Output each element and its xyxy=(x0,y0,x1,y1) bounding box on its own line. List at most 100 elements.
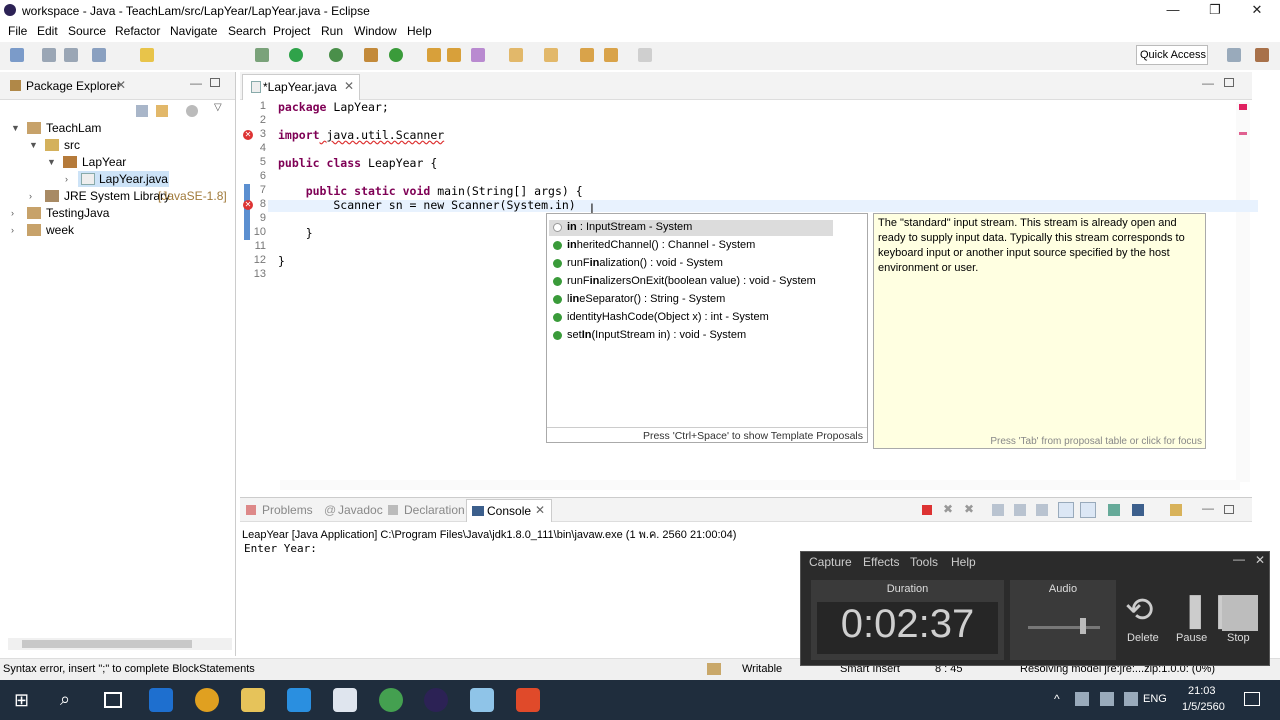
minimize-view-icon[interactable]: — xyxy=(1202,501,1214,515)
menu-help[interactable]: Help xyxy=(407,24,432,38)
internet-explorer-icon[interactable] xyxy=(287,688,311,712)
show-stderr-icon[interactable] xyxy=(1080,502,1096,518)
pin-console-icon[interactable] xyxy=(1108,504,1120,516)
app-taskbar-icon[interactable] xyxy=(470,688,494,712)
proposal-item[interactable]: setIn(InputStream in) : void - System xyxy=(553,329,746,341)
menu-edit[interactable]: Edit xyxy=(37,24,58,38)
open-type-icon[interactable] xyxy=(427,48,441,62)
tab-problems[interactable]: Problems xyxy=(262,503,313,517)
recorder-menu-capture[interactable]: Capture xyxy=(809,555,852,569)
package-explorer-tab[interactable]: Package Explorer xyxy=(26,79,121,93)
recorder-menu-effects[interactable]: Effects xyxy=(863,555,899,569)
link-editor-icon[interactable] xyxy=(156,105,168,117)
open-perspective-icon[interactable] xyxy=(1227,48,1241,62)
tree-item-teachlam[interactable]: TeachLam xyxy=(46,121,101,135)
expand-arrow-icon[interactable]: ▼ xyxy=(29,140,38,150)
tray-chevron-icon[interactable]: ^ xyxy=(1054,692,1060,706)
recorder-menu-tools[interactable]: Tools xyxy=(910,555,938,569)
save-all-icon[interactable] xyxy=(64,48,78,62)
tab-javadoc[interactable]: Javadoc xyxy=(338,503,383,517)
code-line-1[interactable]: package LapYear; xyxy=(278,100,389,114)
error-marker-icon[interactable]: ✕ xyxy=(243,200,253,210)
collapse-arrow-icon[interactable]: › xyxy=(65,174,68,184)
console-output[interactable]: Enter Year: xyxy=(244,542,317,555)
audio-slider-track[interactable] xyxy=(1028,626,1100,629)
proposal-item[interactable]: inheritedChannel() : Channel - System xyxy=(553,239,755,251)
open-console-icon[interactable] xyxy=(1170,504,1182,516)
menu-window[interactable]: Window xyxy=(354,24,397,38)
debug-run-icon[interactable] xyxy=(255,48,269,62)
vertical-scrollbar[interactable] xyxy=(1236,102,1250,482)
clock-time[interactable]: 21:03 xyxy=(1188,685,1216,697)
chrome-profile-icon[interactable] xyxy=(379,688,403,712)
terminate-icon[interactable] xyxy=(922,505,932,515)
maximize-view-icon[interactable] xyxy=(210,78,220,87)
code-line-5[interactable]: public class LeapYear { xyxy=(278,156,437,170)
code-line-10[interactable]: } xyxy=(278,226,313,240)
tree-item-week[interactable]: week xyxy=(46,223,74,237)
debug-icon[interactable] xyxy=(92,48,106,62)
collapse-arrow-icon[interactable]: › xyxy=(11,225,14,235)
editor-horizontal-scrollbar[interactable] xyxy=(280,480,1240,490)
new-icon[interactable] xyxy=(10,48,24,62)
remove-launch-icon[interactable]: ✖ xyxy=(943,502,953,516)
collapse-all-icon[interactable] xyxy=(136,105,148,117)
wifi-icon[interactable] xyxy=(1100,692,1114,706)
language-indicator[interactable]: ENG xyxy=(1143,693,1167,705)
menu-source[interactable]: Source xyxy=(68,24,106,38)
minimize-view-icon[interactable]: — xyxy=(190,76,202,90)
proposal-item[interactable]: in : InputStream - System xyxy=(553,221,692,233)
tab-console-active[interactable]: Console ✕ xyxy=(466,499,552,522)
code-line-12[interactable]: } xyxy=(278,254,285,268)
display-console-icon[interactable] xyxy=(1132,504,1144,516)
search-icon[interactable] xyxy=(471,48,485,62)
close-button[interactable]: ✕ xyxy=(1234,0,1280,22)
stop-icon[interactable] xyxy=(1222,595,1258,631)
eclipse-taskbar-icon[interactable] xyxy=(424,688,448,712)
maximize-view-icon[interactable] xyxy=(1224,505,1234,514)
pause-button-label[interactable]: Pause xyxy=(1176,632,1207,644)
view-menu-icon[interactable]: ▽ xyxy=(214,102,222,113)
close-tab-icon[interactable]: ✕ xyxy=(116,78,126,92)
tree-item-src[interactable]: src xyxy=(64,138,80,152)
filter-icon[interactable] xyxy=(186,105,198,117)
chrome-icon[interactable] xyxy=(195,688,219,712)
tree-item-lapyear-java[interactable]: LapYear.java xyxy=(99,172,168,186)
search-icon[interactable]: ⌕ xyxy=(60,689,70,710)
clear-console-icon[interactable] xyxy=(992,504,1004,516)
proposal-item[interactable]: runFinalizersOnExit(boolean value) : voi… xyxy=(553,275,816,287)
expand-arrow-icon[interactable]: ▼ xyxy=(47,157,56,167)
code-line-8[interactable]: Scanner sn = new Scanner(System.in) xyxy=(278,198,575,212)
minimize-button[interactable]: — xyxy=(1150,0,1196,22)
run-external-icon[interactable] xyxy=(329,48,343,62)
remove-all-icon[interactable]: ✖ xyxy=(964,502,974,516)
menu-run[interactable]: Run xyxy=(321,24,343,38)
java-perspective-icon[interactable] xyxy=(1255,48,1269,62)
code-line-3[interactable]: import java.util.Scanner xyxy=(278,128,444,142)
menu-file[interactable]: File xyxy=(8,24,27,38)
maximize-editor-icon[interactable] xyxy=(1224,78,1234,87)
code-line-7[interactable]: public static void main(String[] args) { xyxy=(278,184,583,198)
volume-icon[interactable] xyxy=(1124,692,1138,706)
proposal-item[interactable]: identityHashCode(Object x) : int - Syste… xyxy=(553,311,769,323)
expand-arrow-icon[interactable]: ▼ xyxy=(11,123,20,133)
menu-navigate[interactable]: Navigate xyxy=(170,24,217,38)
audio-slider-thumb[interactable] xyxy=(1080,618,1086,634)
close-tab-icon[interactable]: ✕ xyxy=(344,79,354,93)
tree-item-jre-library[interactable]: JRE System Library xyxy=(64,189,170,203)
word-wrap-icon[interactable] xyxy=(1036,504,1048,516)
run-icon[interactable] xyxy=(289,48,303,62)
open-task-icon[interactable] xyxy=(447,48,461,62)
next-annotation-icon[interactable] xyxy=(509,48,523,62)
last-edit-icon[interactable] xyxy=(580,48,594,62)
collapse-arrow-icon[interactable]: › xyxy=(11,208,14,218)
recorder-minimize-icon[interactable]: — xyxy=(1233,552,1245,566)
menu-search[interactable]: Search xyxy=(228,24,266,38)
windows-start-icon[interactable]: ⊞ xyxy=(14,690,29,711)
file-explorer-icon[interactable] xyxy=(241,688,265,712)
error-marker-icon[interactable]: ✕ xyxy=(243,130,253,140)
new-class-icon[interactable] xyxy=(389,48,403,62)
recorder-close-icon[interactable]: ✕ xyxy=(1255,553,1265,567)
edge-icon[interactable] xyxy=(149,688,173,712)
editor-tab-active[interactable]: *LapYear.java ✕ xyxy=(242,74,360,100)
